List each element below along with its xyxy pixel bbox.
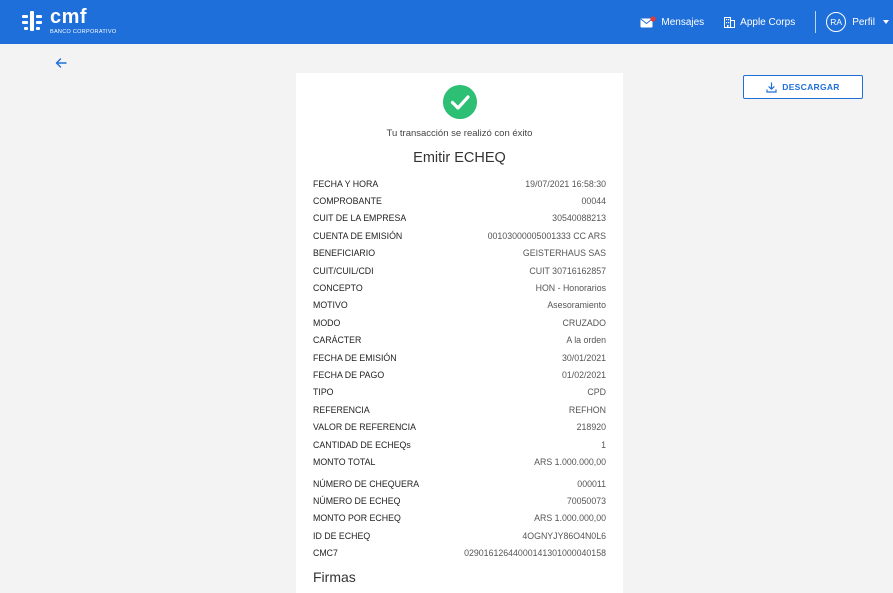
cheque-row: NÚMERO DE ECHEQ 70050073 xyxy=(313,492,606,509)
cheque-value: 000011 xyxy=(577,478,606,489)
detail-row: CUIT DE LA EMPRESA 30540088213 xyxy=(313,210,606,227)
brand-name: cmf xyxy=(50,6,88,28)
download-button[interactable]: DESCARGAR xyxy=(743,75,863,99)
detail-value: 1 xyxy=(601,439,606,450)
detail-label: CANTIDAD DE ECHEQs xyxy=(313,439,411,450)
top-bar: cmf BANCO CORPORATIVO Mensajes Apple Cor… xyxy=(0,0,893,44)
back-arrow-icon[interactable] xyxy=(54,56,68,70)
detail-value: 19/07/2021 16:58:30 xyxy=(525,178,606,189)
logo-mark-icon xyxy=(22,11,42,31)
cheque-value: ARS 1.000.000,00 xyxy=(534,513,606,524)
detail-row: FECHA DE EMISIÓN 30/01/2021 xyxy=(313,349,606,366)
detail-value: A la orden xyxy=(566,335,606,346)
cheque-row: NÚMERO DE CHEQUERA 000011 xyxy=(313,475,606,492)
signatures-heading: Firmas xyxy=(313,569,356,585)
header-nav: Mensajes Apple Corps RA Perfil xyxy=(640,0,893,44)
avatar: RA xyxy=(826,12,847,32)
detail-value: HON - Honorarios xyxy=(535,283,606,294)
detail-value: 01/02/2021 xyxy=(561,369,606,380)
detail-row: CUIT/CUIL/CDI CUIT 30716162857 xyxy=(313,262,606,279)
detail-value: CUIT 30716162857 xyxy=(529,265,606,276)
detail-row: MOTIVO Asesoramiento xyxy=(313,297,606,314)
cheque-row: MONTO POR ECHEQ ARS 1.000.000,00 xyxy=(313,510,606,527)
detail-label: REFERENCIA xyxy=(313,404,370,415)
download-icon xyxy=(766,81,777,93)
detail-row: COMPROBANTE 00044 xyxy=(313,192,606,209)
brand-subtitle: BANCO CORPORATIVO xyxy=(50,29,117,35)
detail-label: MOTIVO xyxy=(313,300,348,311)
download-label: DESCARGAR xyxy=(782,82,840,92)
success-message: Tu transacción se realizó con éxito xyxy=(386,128,533,139)
detail-row: CANTIDAD DE ECHEQs 1 xyxy=(313,436,606,453)
profile-label: Perfil xyxy=(852,16,875,28)
detail-row: MODO CRUZADO xyxy=(313,314,606,331)
messages-label: Mensajes xyxy=(661,16,705,28)
cheque-label: NÚMERO DE ECHEQ xyxy=(313,496,401,507)
detail-row: FECHA DE PAGO 01/02/2021 xyxy=(313,366,606,383)
detail-row: CARÁCTER A la orden xyxy=(313,332,606,349)
detail-value: 00044 xyxy=(581,196,606,207)
cheque-row: ID DE ECHEQ 4OGNYJY86O4N0L6 xyxy=(313,527,606,544)
cheque-value: 02901612644000141301000040158 xyxy=(464,548,606,559)
nav-divider xyxy=(815,11,817,33)
detail-row: CONCEPTO HON - Honorarios xyxy=(313,279,606,296)
detail-label: BENEFICIARIO xyxy=(313,248,376,259)
detail-row: MONTO TOTAL ARS 1.000.000,00 xyxy=(313,453,606,470)
detail-label: CUIT DE LA EMPRESA xyxy=(313,213,407,224)
detail-label: CARÁCTER xyxy=(313,335,362,346)
detail-label: CONCEPTO xyxy=(313,283,363,294)
detail-value: Asesoramiento xyxy=(547,300,606,311)
detail-label: FECHA Y HORA xyxy=(313,178,379,189)
detail-value: 218920 xyxy=(576,422,606,433)
detail-value: ARS 1.000.000,00 xyxy=(534,456,606,467)
receipt-title: Emitir ECHEQ xyxy=(413,150,506,166)
detail-label: TIPO xyxy=(313,387,334,398)
detail-value: 30540088213 xyxy=(552,213,606,224)
detail-label: MONTO TOTAL xyxy=(313,456,376,467)
detail-value: REFHON xyxy=(568,404,606,415)
cheque-details: NÚMERO DE CHEQUERA 000011 NÚMERO DE ECHEQ… xyxy=(313,475,606,562)
envelope-icon xyxy=(640,16,656,28)
detail-row: VALOR DE REFERENCIA 218920 xyxy=(313,418,606,435)
receipt-card: Tu transacción se realizó con éxito Emit… xyxy=(296,73,623,593)
cheque-label: CMC7 xyxy=(313,548,338,559)
detail-label: FECHA DE EMISIÓN xyxy=(313,352,397,363)
cheque-label: NÚMERO DE CHEQUERA xyxy=(313,478,420,489)
messages-link[interactable]: Mensajes xyxy=(640,16,704,28)
building-icon xyxy=(724,16,736,28)
cheque-value: 4OGNYJY86O4N0L6 xyxy=(522,530,606,541)
detail-row: REFERENCIA REFHON xyxy=(313,401,606,418)
detail-label: CUENTA DE EMISIÓN xyxy=(313,230,403,241)
detail-row: BENEFICIARIO GEISTERHAUS SAS xyxy=(313,245,606,262)
detail-value: 00103000005001333 CC ARS xyxy=(487,230,606,241)
profile-menu[interactable]: RA Perfil xyxy=(826,12,893,32)
bank-logo[interactable]: cmf BANCO CORPORATIVO xyxy=(22,6,117,36)
chevron-down-icon xyxy=(883,20,889,24)
cheque-row: CMC7 02901612644000141301000040158 xyxy=(313,545,606,562)
cheque-value: 70050073 xyxy=(566,496,606,507)
cheque-label: MONTO POR ECHEQ xyxy=(313,513,401,524)
detail-label: VALOR DE REFERENCIA xyxy=(313,422,416,433)
detail-label: FECHA DE PAGO xyxy=(313,369,385,380)
detail-value: CRUZADO xyxy=(562,317,607,328)
detail-value: 30/01/2021 xyxy=(561,352,606,363)
company-selector[interactable]: Apple Corps xyxy=(724,16,796,28)
detail-label: MODO xyxy=(313,317,341,328)
detail-value: GEISTERHAUS SAS xyxy=(522,248,606,259)
receipt-details: FECHA Y HORA 19/07/2021 16:58:30 COMPROBA… xyxy=(313,175,606,471)
check-circle-icon xyxy=(443,85,477,119)
cheque-label: ID DE ECHEQ xyxy=(313,530,371,541)
detail-row: CUENTA DE EMISIÓN 00103000005001333 CC AR… xyxy=(313,227,606,244)
detail-value: CPD xyxy=(587,387,606,398)
detail-label: CUIT/CUIL/CDI xyxy=(313,265,374,276)
detail-row: FECHA Y HORA 19/07/2021 16:58:30 xyxy=(313,175,606,192)
detail-row: TIPO CPD xyxy=(313,384,606,401)
company-label: Apple Corps xyxy=(740,16,796,28)
detail-label: COMPROBANTE xyxy=(313,196,382,207)
